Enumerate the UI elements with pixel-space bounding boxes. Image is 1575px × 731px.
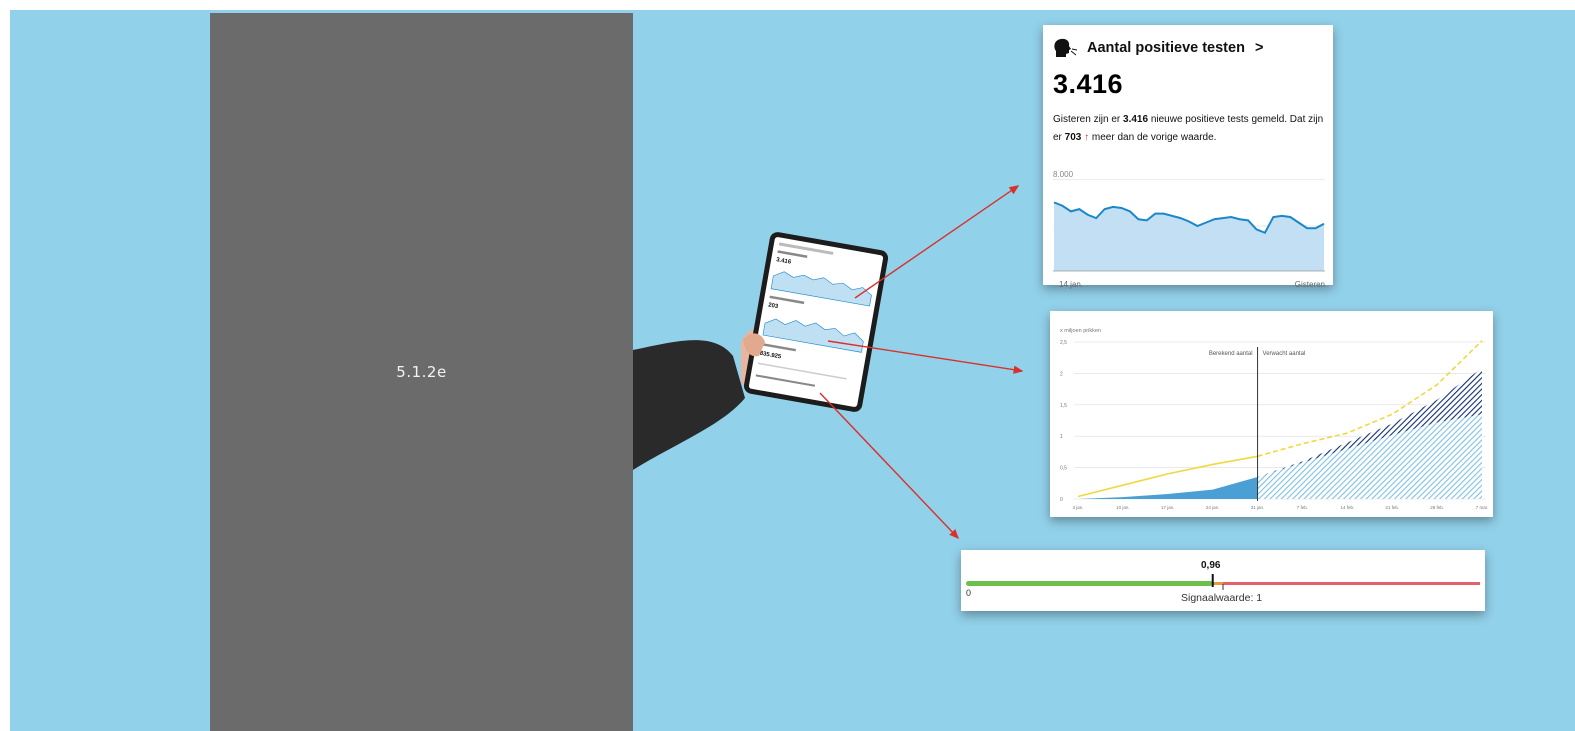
y-axis-max-label: 8.000 [1053,170,1074,179]
y-tick-label: 0 [1060,497,1063,503]
x-tick-label: 28 feb. [1430,505,1444,510]
x-axis-end-label: Gisteren [1294,280,1325,289]
chevron-right-icon: > [1254,40,1264,56]
bar-segment-orange [1212,582,1223,585]
x-axis-start-label: 14 jan. [1059,280,1084,289]
y-tick-label: 1 [1060,434,1063,440]
reproduction-scale-bar [966,574,1480,590]
headline-value: 3.416 [1053,69,1124,99]
bar-segment-red [1223,582,1480,585]
x-tick-label: 10 jan. [1116,505,1130,510]
x-tick-label: 3 jan. [1072,505,1083,510]
vaccination-chart: 0 0,5 1 1,5 2 2,5 Berekend aantal Verwacht aant… [1060,340,1489,510]
x-tick-label: 24 jan. [1206,505,1220,510]
current-value-label: 0,96 [1201,560,1221,571]
x-tick-label: 14 feb. [1340,505,1354,510]
x-tick-label: 7 mar. [1476,505,1489,510]
bar-segment-green [966,581,1213,586]
slide-canvas: 5.1.2e 3.416 203 835.925 Aantal positiev… [10,10,1575,731]
y-tick-label: 1,5 [1060,403,1067,409]
card-description: Gisteren zijn er 3.416 nieuwe positieve … [1053,114,1324,143]
vaccination-projection-card: x miljoen prikken 0 0,5 1 1,5 2 2,5 Berekend a… [1050,311,1493,517]
x-tick-label: 21 feb. [1385,505,1399,510]
y-tick-label: 2 [1060,371,1063,377]
x-tick-label: 31 jan. [1251,505,1265,510]
divider-label-right: Verwacht aantal [1263,351,1306,357]
series-area-3 [1257,414,1482,499]
arrow-to-tests-card [854,185,1020,299]
area-fill [1054,202,1324,271]
arrow-to-vaccination-card [827,340,1024,374]
x-tick-label: 17 jan. [1161,505,1175,510]
positive-tests-chart [1053,179,1325,272]
reproduction-number-card: 0,96 0 Signaalwaarde: 1 [961,550,1485,611]
card-title: Aantal positieve testen [1087,40,1245,56]
positive-tests-card[interactable]: Aantal positieve testen > 3.416 Gisteren… [1043,25,1333,289]
divider-label-left: Berekend aantal [1209,351,1253,357]
x-tick-label: 7 feb. [1297,505,1308,510]
y-tick-label: 0,5 [1060,466,1067,472]
person-coughing-icon [1054,38,1077,57]
card-header[interactable]: Aantal positieve testen > [1053,37,1263,59]
signal-value-label: Signaalwaarde: 1 [1181,592,1263,604]
scale-min-label: 0 [966,588,972,598]
y-tick-label: 2,5 [1060,340,1067,346]
series-area-2 [1078,477,1258,499]
arrow-to-reproduction-card [819,392,959,540]
